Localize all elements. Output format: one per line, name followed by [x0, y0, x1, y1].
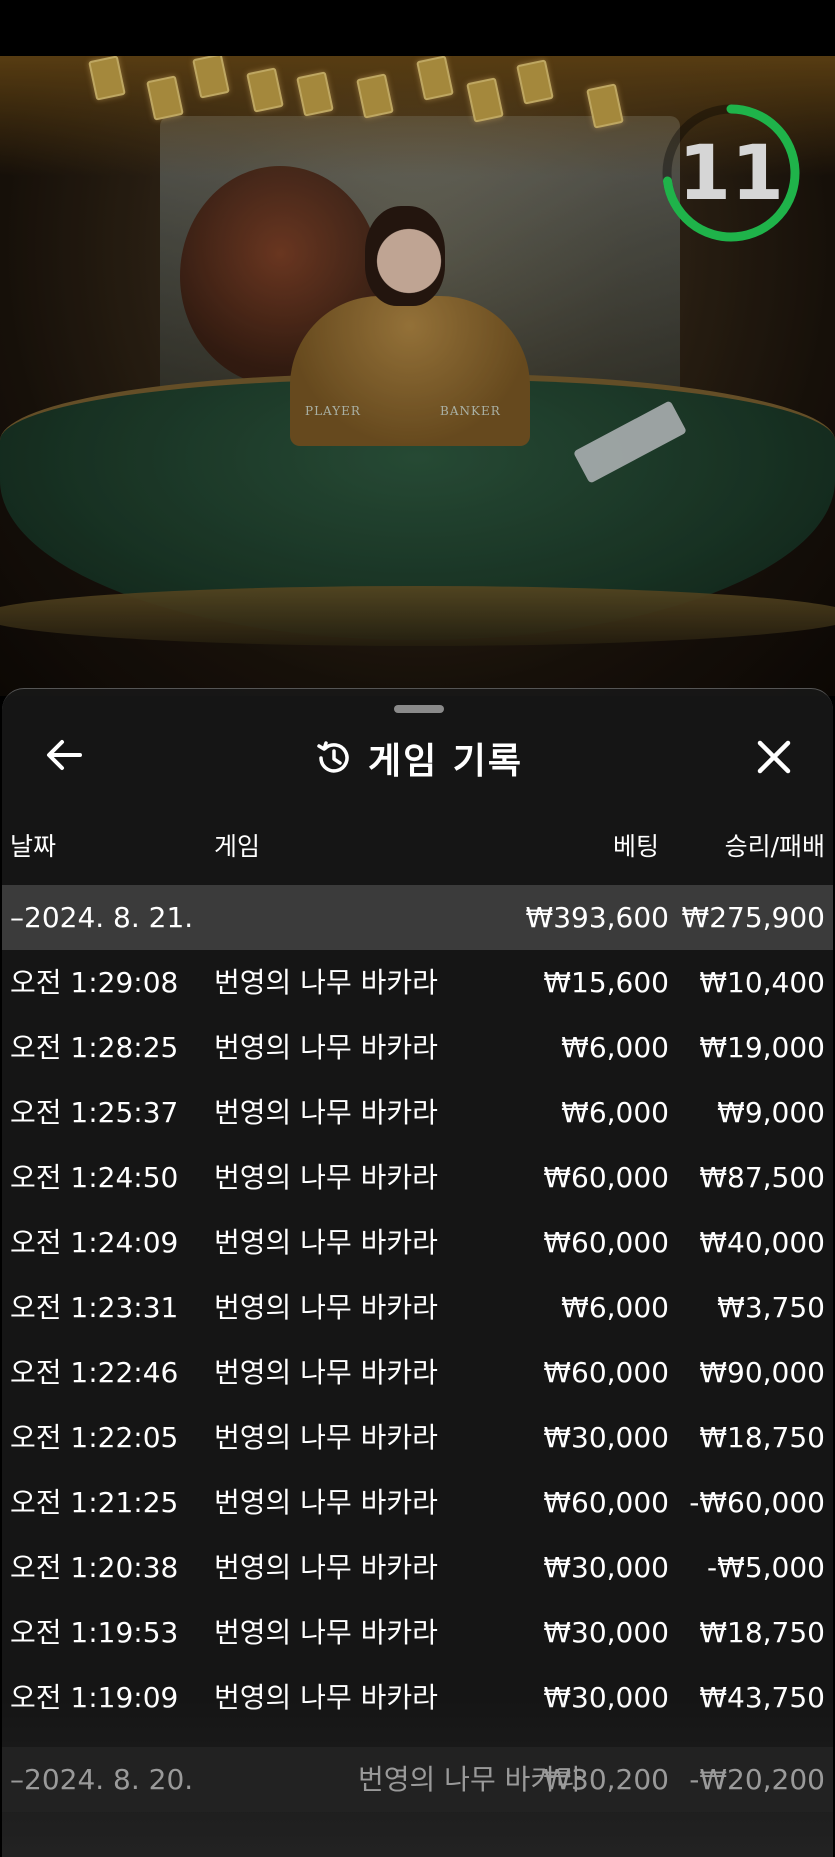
row-game: 번영의 나무 바카라 — [214, 1356, 438, 1389]
row-bet: ₩60,000 — [543, 1486, 669, 1519]
row-time: 오전 1:25:37 — [10, 1096, 179, 1129]
row-game: 번영의 나무 바카라 — [214, 1616, 438, 1649]
row-game: 번영의 나무 바카라 — [214, 1291, 438, 1324]
group-date: –2024. 8. 20. — [10, 1763, 194, 1796]
row-bet: ₩6,000 — [561, 1291, 669, 1324]
row-result: ₩18,750 — [699, 1421, 825, 1454]
row-game: 번영의 나무 바카라 — [214, 1226, 438, 1259]
row-bet: ₩60,000 — [543, 1356, 669, 1389]
row-result: ₩19,000 — [699, 1031, 825, 1064]
row-game: 번영의 나무 바카라 — [214, 1161, 438, 1194]
row-game: 번영의 나무 바카라 — [214, 1551, 438, 1584]
date-group-row[interactable]: –2024. 8. 21. ₩393,600 ₩275,900 — [2, 885, 833, 950]
row-game: 번영의 나무 바카라 — [214, 1421, 438, 1454]
history-clock-icon — [317, 741, 349, 773]
row-game: 번영의 나무 바카라 — [214, 966, 438, 999]
row-bet: ₩60,000 — [543, 1226, 669, 1259]
row-time: 오전 1:21:25 — [10, 1486, 179, 1519]
row-result: ₩43,750 — [699, 1681, 825, 1714]
column-header-bet: 베팅 — [612, 832, 659, 861]
row-time: 오전 1:22:05 — [10, 1421, 179, 1454]
group-date: –2024. 8. 21. — [10, 901, 194, 934]
row-game: 번영의 나무 바카라 — [214, 1486, 438, 1519]
close-icon — [757, 740, 791, 774]
row-result: ₩9,000 — [717, 1096, 825, 1129]
row-bet: ₩30,000 — [543, 1616, 669, 1649]
history-row[interactable]: 오전 1:29:08 번영의 나무 바카라 ₩15,600 ₩10,400 — [2, 950, 833, 1015]
history-row[interactable]: 오전 1:24:50 번영의 나무 바카라 ₩60,000 ₩87,500 — [2, 1145, 833, 1210]
row-bet: ₩30,000 — [543, 1551, 669, 1584]
history-row[interactable]: 오전 1:21:25 번영의 나무 바카라 ₩60,000 -₩60,000 — [2, 1470, 833, 1535]
sheet-header: 게임 기록 — [2, 733, 833, 783]
row-time: 오전 1:22:46 — [10, 1356, 179, 1389]
group-bet-total: ₩30,200 — [543, 1763, 669, 1796]
row-game: 번영의 나무 바카라 — [214, 1096, 438, 1129]
status-bar — [0, 0, 835, 56]
row-bet: ₩6,000 — [561, 1096, 669, 1129]
countdown-timer: 11 — [656, 98, 806, 248]
sheet-drag-handle[interactable] — [394, 705, 444, 713]
history-row[interactable]: 오전 1:23:31 번영의 나무 바카라 ₩6,000 ₩3,750 — [2, 1275, 833, 1340]
date-group-row[interactable]: –2024. 8. 20. 번영의 나무 바카라 ₩30,200 -₩20,20… — [2, 1747, 833, 1812]
history-row[interactable]: 오전 1:20:38 번영의 나무 바카라 ₩30,000 -₩5,000 — [2, 1535, 833, 1600]
row-time: 오전 1:29:08 — [10, 966, 179, 999]
row-result: ₩18,750 — [699, 1616, 825, 1649]
row-bet: ₩30,000 — [543, 1681, 669, 1714]
row-time: 오전 1:28:25 — [10, 1031, 179, 1064]
row-result: ₩3,750 — [717, 1291, 825, 1324]
history-row[interactable]: 오전 1:28:25 번영의 나무 바카라 ₩6,000 ₩19,000 — [2, 1015, 833, 1080]
row-game: 번영의 나무 바카라 — [214, 1031, 438, 1064]
history-row[interactable]: 오전 1:19:53 번영의 나무 바카라 ₩30,000 ₩18,750 — [2, 1600, 833, 1665]
row-bet: ₩6,000 — [561, 1031, 669, 1064]
row-time: 오전 1:20:38 — [10, 1551, 179, 1584]
history-row[interactable]: 오전 1:22:05 번영의 나무 바카라 ₩30,000 ₩18,750 — [2, 1405, 833, 1470]
row-time: 오전 1:19:09 — [10, 1681, 179, 1714]
row-result: ₩40,000 — [699, 1226, 825, 1259]
row-game: 번영의 나무 바카라 — [214, 1681, 438, 1714]
close-button[interactable] — [750, 733, 798, 781]
sheet-title: 게임 기록 — [367, 741, 523, 782]
row-bet: ₩15,600 — [543, 966, 669, 999]
row-result: ₩87,500 — [699, 1161, 825, 1194]
history-table-header: 날짜 게임 베팅 승리/패배 — [2, 819, 833, 865]
row-time: 오전 1:23:31 — [10, 1291, 179, 1324]
history-row[interactable]: 오전 1:19:09 번영의 나무 바카라 ₩30,000 ₩43,750 — [2, 1665, 833, 1730]
row-result: ₩10,400 — [699, 966, 825, 999]
row-result: -₩60,000 — [689, 1486, 825, 1519]
group-bet-total: ₩393,600 — [525, 901, 669, 934]
history-row[interactable]: 오전 1:22:46 번영의 나무 바카라 ₩60,000 ₩90,000 — [2, 1340, 833, 1405]
history-row[interactable]: 오전 1:24:09 번영의 나무 바카라 ₩60,000 ₩40,000 — [2, 1210, 833, 1275]
column-header-result: 승리/패배 — [724, 832, 825, 861]
column-header-date: 날짜 — [10, 832, 57, 861]
row-time: 오전 1:24:50 — [10, 1161, 179, 1194]
row-time: 오전 1:19:53 — [10, 1616, 179, 1649]
row-bet: ₩30,000 — [543, 1421, 669, 1454]
countdown-value: 11 — [678, 128, 784, 217]
row-result: ₩90,000 — [699, 1356, 825, 1389]
column-header-game: 게임 — [214, 832, 261, 861]
group-result-total: -₩20,200 — [689, 1763, 825, 1796]
game-history-sheet: 게임 기록 날짜 게임 베팅 승리/패배 –2024. 8. 21. ₩393,… — [2, 688, 833, 1857]
row-time: 오전 1:24:09 — [10, 1226, 179, 1259]
row-bet: ₩60,000 — [543, 1161, 669, 1194]
history-row[interactable]: 오전 1:25:37 번영의 나무 바카라 ₩6,000 ₩9,000 — [2, 1080, 833, 1145]
group-result-total: ₩275,900 — [681, 901, 825, 934]
row-result: -₩5,000 — [707, 1551, 825, 1584]
